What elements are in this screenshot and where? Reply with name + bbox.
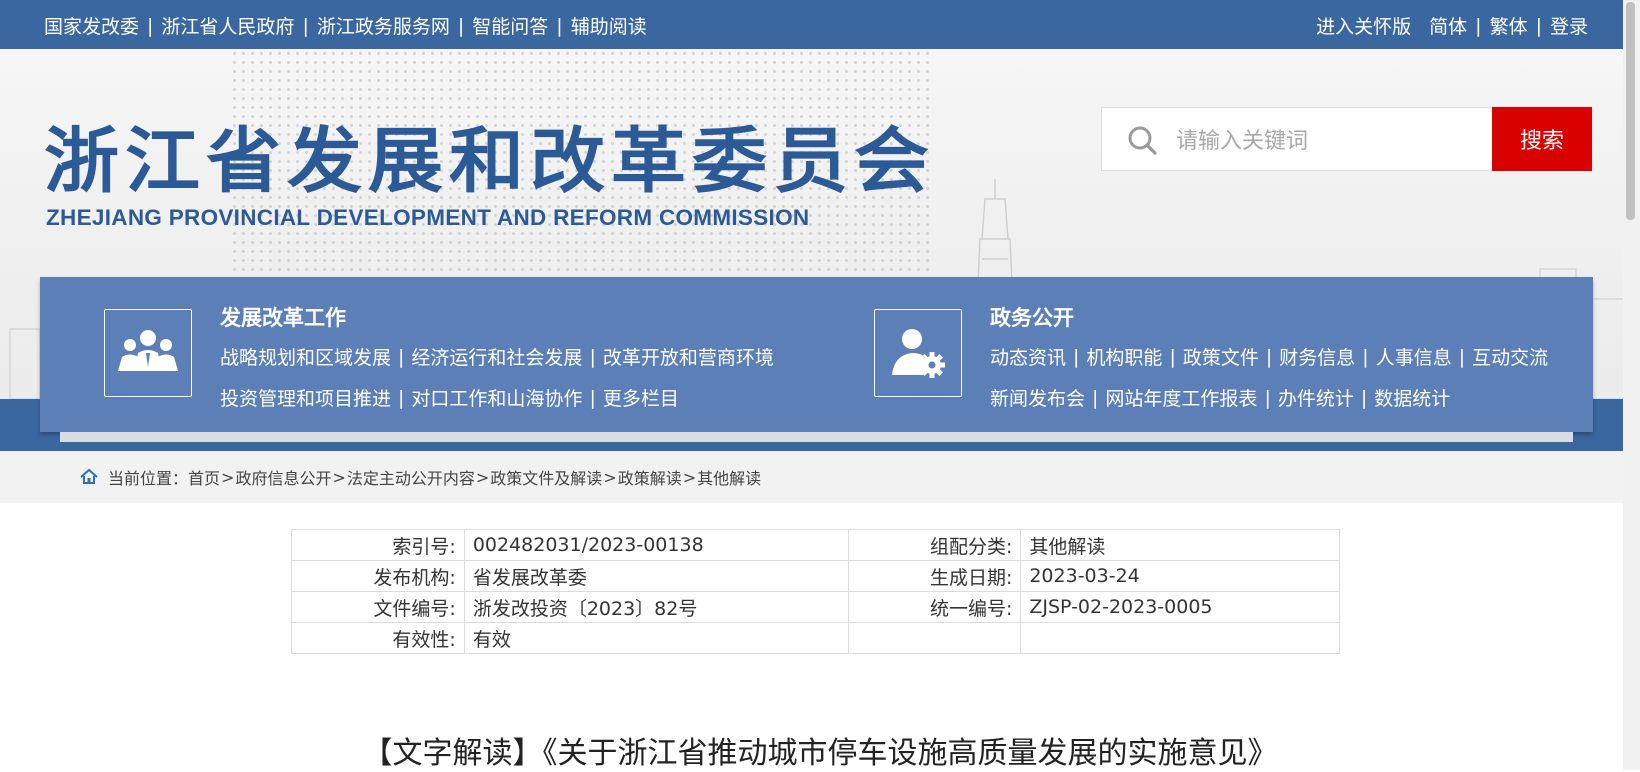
nav-link-economic-operation[interactable]: 经济运行和社会发展 xyxy=(411,343,582,370)
breadcrumb-statutory[interactable]: 法定主动公开内容 xyxy=(347,465,475,489)
link-assist-reading[interactable]: 辅助阅读 xyxy=(571,12,647,39)
info-value: 002482031/2023-00138 xyxy=(463,529,849,561)
nav-panel: 发展改革工作 战略规划和区域发展 | 经济运行和社会发展 | 改革开放和营商环境… xyxy=(40,277,1593,442)
page-scrollbar[interactable] xyxy=(1623,0,1640,770)
info-value: 其他解读 xyxy=(1020,529,1340,561)
nav-link-case-stats[interactable]: 办件统计 xyxy=(1278,384,1354,411)
table-row: 索引号: 002482031/2023-00138 组配分类: 其他解读 xyxy=(291,529,1340,561)
breadcrumb-bar: 当前位置： 首页 > 政府信息公开 > 法定主动公开内容 > 政策文件及解读 >… xyxy=(0,451,1640,503)
info-label: 生成日期: xyxy=(847,560,1022,592)
nav-row-development-1: 战略规划和区域发展 | 经济运行和社会发展 | 改革开放和营商环境 xyxy=(220,343,774,370)
nav-link-news[interactable]: 动态资讯 xyxy=(990,343,1066,370)
nav-group-title-development[interactable]: 发展改革工作 xyxy=(220,302,346,332)
breadcrumb-policy-interpretation[interactable]: 政策解读 xyxy=(618,465,682,489)
home-icon xyxy=(80,468,98,484)
info-value: 2023-03-24 xyxy=(1020,560,1340,592)
nav-link-reform-opening[interactable]: 改革开放和营商环境 xyxy=(603,343,774,370)
nav-link-more-columns[interactable]: 更多栏目 xyxy=(603,384,679,411)
info-label: 发布机构: xyxy=(291,560,465,592)
table-row: 有效性: 有效 xyxy=(291,622,1340,654)
link-care-version[interactable]: 进入关怀版 xyxy=(1316,12,1411,39)
nav-link-policy-docs[interactable]: 政策文件 xyxy=(1183,343,1259,370)
nav-row-development-2: 投资管理和项目推进 | 对口工作和山海协作 | 更多栏目 xyxy=(220,384,679,411)
top-bar: 国家发改委 | 浙江省人民政府 | 浙江政务服务网 | 智能问答 | 辅助阅读 … xyxy=(0,0,1640,49)
document-info-table: 索引号: 002482031/2023-00138 组配分类: 其他解读 发布机… xyxy=(291,529,1340,654)
search-input[interactable] xyxy=(1174,120,1478,162)
link-login[interactable]: 登录 xyxy=(1550,12,1588,39)
info-label: 统一编号: xyxy=(847,591,1022,623)
site-logo-subtitle: ZHEJIANG PROVINCIAL DEVELOPMENT AND REFO… xyxy=(46,205,810,230)
nav-link-interaction[interactable]: 互动交流 xyxy=(1472,343,1548,370)
table-row: 文件编号: 浙发改投资〔2023〕82号 统一编号: ZJSP-02-2023-… xyxy=(291,591,1340,623)
info-value: 浙发改投资〔2023〕82号 xyxy=(463,591,849,623)
article-title: 【文字解读】《关于浙江省推动城市停车设施高质量发展的实施意见》 xyxy=(362,736,1278,771)
info-label: 索引号: xyxy=(291,529,465,561)
nav-link-press[interactable]: 新闻发布会 xyxy=(990,384,1085,411)
breadcrumb-gov-info[interactable]: 政府信息公开 xyxy=(235,465,331,489)
link-zj-service[interactable]: 浙江政务服务网 xyxy=(317,12,450,39)
info-label: 文件编号: xyxy=(291,591,465,623)
nav-link-investment[interactable]: 投资管理和项目推进 xyxy=(220,384,391,411)
info-label: 组配分类: xyxy=(847,529,1022,561)
user-gear-icon[interactable] xyxy=(874,309,962,397)
breadcrumb-prefix: 当前位置： xyxy=(108,469,189,488)
info-label xyxy=(847,622,1022,654)
site-logo-title[interactable]: 浙江省发展和改革委员会 xyxy=(44,103,935,207)
link-zj-gov[interactable]: 浙江省人民政府 xyxy=(161,12,294,39)
link-ndrc[interactable]: 国家发改委 xyxy=(44,12,139,39)
search-icon xyxy=(1128,126,1157,155)
link-simplified[interactable]: 简体 xyxy=(1429,12,1467,39)
people-group-icon[interactable] xyxy=(104,309,192,397)
nav-link-strategy-planning[interactable]: 战略规划和区域发展 xyxy=(220,343,391,370)
breadcrumb-home[interactable]: 首页 xyxy=(188,465,220,489)
nav-row-gov-affairs-1: 动态资讯 | 机构职能 | 政策文件 | 财务信息 | 人事信息 | 互动交流 xyxy=(990,343,1548,370)
info-value xyxy=(1020,622,1340,654)
nav-link-annual-report[interactable]: 网站年度工作报表 xyxy=(1105,384,1257,411)
info-value: ZJSP-02-2023-0005 xyxy=(1020,591,1340,623)
nav-link-personnel[interactable]: 人事信息 xyxy=(1376,343,1452,370)
search-button[interactable]: 搜索 xyxy=(1492,107,1592,171)
nav-link-functions[interactable]: 机构职能 xyxy=(1086,343,1162,370)
link-traditional[interactable]: 繁体 xyxy=(1490,12,1528,39)
nav-link-counterpart-work[interactable]: 对口工作和山海协作 xyxy=(411,384,582,411)
nav-group-title-gov-affairs[interactable]: 政务公开 xyxy=(990,302,1074,332)
top-links-left: 国家发改委 | 浙江省人民政府 | 浙江政务服务网 | 智能问答 | 辅助阅读 xyxy=(44,12,647,39)
breadcrumb-policy-files[interactable]: 政策文件及解读 xyxy=(490,465,602,489)
search-box: 搜索 xyxy=(1101,107,1592,171)
nav-link-data-stats[interactable]: 数据统计 xyxy=(1374,384,1450,411)
nav-row-gov-affairs-2: 新闻发布会 | 网站年度工作报表 | 办件统计 | 数据统计 xyxy=(990,384,1450,411)
top-links-right: 进入关怀版 简体 | 繁体 | 登录 xyxy=(1316,12,1588,39)
nav-panel-shadow xyxy=(60,432,1573,442)
nav-link-finance[interactable]: 财务信息 xyxy=(1279,343,1355,370)
info-label: 有效性: xyxy=(291,622,465,654)
scrollbar-thumb[interactable] xyxy=(1626,2,1635,220)
link-smart-qa[interactable]: 智能问答 xyxy=(472,12,548,39)
info-value: 省发展改革委 xyxy=(463,560,849,592)
breadcrumb-other-interpretation[interactable]: 其他解读 xyxy=(697,465,761,489)
breadcrumb: 当前位置： 首页 > 政府信息公开 > 法定主动公开内容 > 政策文件及解读 >… xyxy=(58,451,1572,503)
info-value: 有效 xyxy=(463,622,849,654)
table-row: 发布机构: 省发展改革委 生成日期: 2023-03-24 xyxy=(291,560,1340,592)
